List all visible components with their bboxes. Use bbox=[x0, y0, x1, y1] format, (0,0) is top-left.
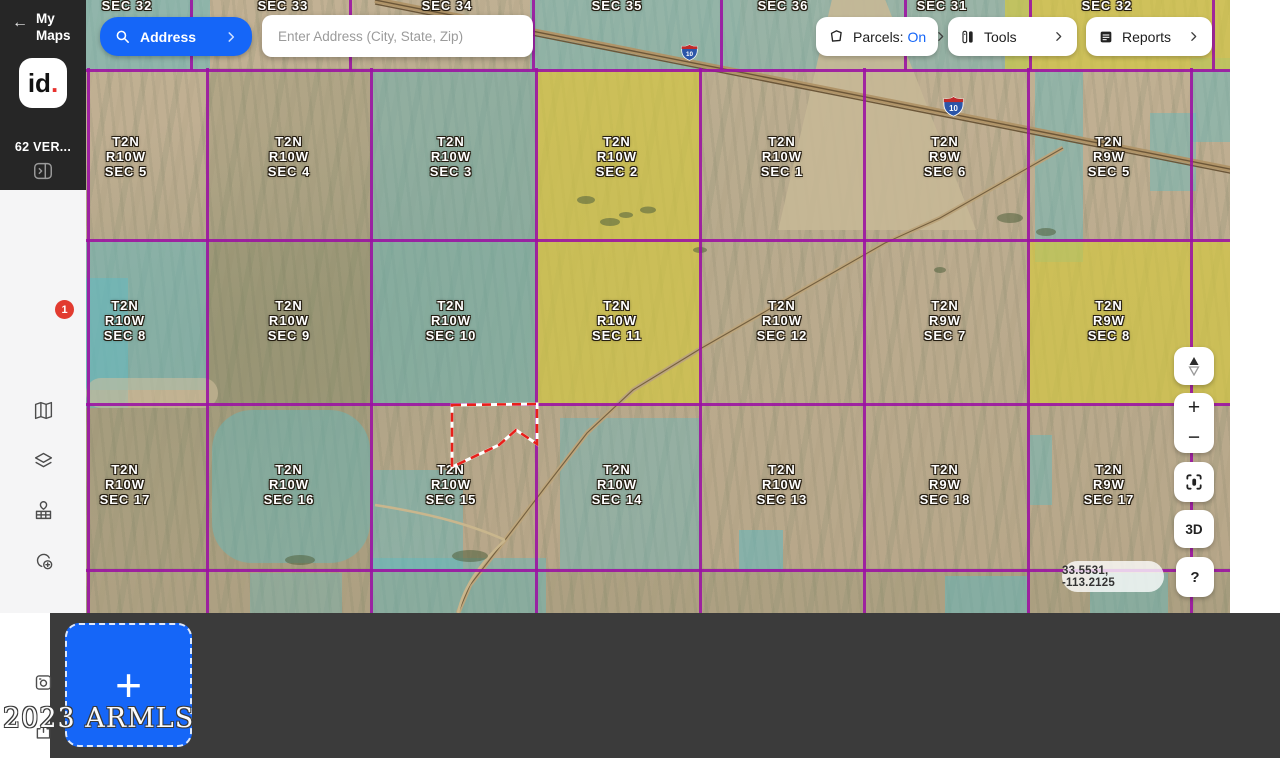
sidebar-tools: 1 bbox=[0, 190, 86, 613]
tools-button[interactable]: Tools bbox=[948, 17, 1077, 56]
mls-watermark: 2023 ARMLS bbox=[3, 703, 194, 734]
notification-badge: 1 bbox=[55, 300, 74, 319]
map-icon bbox=[33, 400, 54, 421]
subject-parcel-outline[interactable] bbox=[86, 0, 1230, 613]
app-logo[interactable]: id. bbox=[19, 58, 67, 108]
locate-extent-button[interactable] bbox=[1174, 462, 1214, 502]
tools-icon bbox=[960, 29, 976, 45]
cursor-coordinates: 33.5531, -113.2125 bbox=[1062, 561, 1164, 592]
chevron-right-icon bbox=[1052, 30, 1065, 43]
layers-icon bbox=[33, 450, 54, 471]
chevron-right-icon bbox=[224, 30, 238, 44]
back-to-my-maps[interactable]: My Maps bbox=[36, 10, 86, 44]
back-arrow-icon[interactable]: ← bbox=[12, 14, 28, 32]
3d-label: 3D bbox=[1185, 522, 1202, 537]
draw-add-icon bbox=[33, 550, 54, 571]
basemap-button[interactable] bbox=[33, 400, 54, 421]
app-window: SEC 32SEC 33SEC 34SEC 35SEC 36SEC 31SEC … bbox=[0, 0, 1280, 758]
photo-strip-bar bbox=[50, 613, 1280, 758]
collapse-panel-icon[interactable] bbox=[32, 160, 54, 182]
parcels-layer-button[interactable] bbox=[33, 500, 54, 521]
svg-text:10: 10 bbox=[949, 104, 958, 113]
address-button-label: Address bbox=[140, 29, 215, 45]
interstate-10-shield-small: 10 bbox=[681, 44, 698, 61]
search-icon bbox=[114, 28, 131, 45]
camera-icon bbox=[33, 672, 54, 693]
focus-brackets-icon bbox=[1184, 472, 1204, 492]
parcel-icon bbox=[828, 28, 845, 45]
reports-label: Reports bbox=[1122, 29, 1179, 45]
draw-shape-button[interactable] bbox=[33, 550, 54, 571]
zoom-in-button[interactable]: + bbox=[1188, 397, 1200, 419]
reports-button[interactable]: Reports bbox=[1086, 17, 1212, 56]
report-icon bbox=[1098, 29, 1114, 45]
current-map-name: 62 VER... bbox=[0, 140, 86, 154]
sidebar-header: ← My Maps id. 62 VER... bbox=[0, 0, 86, 190]
map-canvas[interactable]: SEC 32SEC 33SEC 34SEC 35SEC 36SEC 31SEC … bbox=[86, 0, 1230, 613]
parcels-state: On bbox=[907, 29, 926, 45]
3d-view-button[interactable]: 3D bbox=[1174, 510, 1214, 548]
help-button[interactable]: ? bbox=[1176, 557, 1214, 597]
layers-button[interactable] bbox=[33, 450, 54, 471]
compass-needle-icon bbox=[1187, 356, 1201, 376]
compass-button[interactable] bbox=[1174, 347, 1214, 385]
chevron-right-icon bbox=[934, 30, 947, 43]
interstate-10-shield-large: 10 bbox=[943, 96, 964, 117]
svg-text:10: 10 bbox=[686, 51, 694, 58]
screenshot-button[interactable] bbox=[33, 672, 54, 693]
zoom-out-button[interactable]: − bbox=[1188, 427, 1200, 449]
right-margin bbox=[1230, 0, 1280, 613]
parcels-toggle-button[interactable]: Parcels: On bbox=[816, 17, 938, 56]
tools-label: Tools bbox=[984, 29, 1044, 45]
help-label: ? bbox=[1190, 569, 1199, 586]
address-button[interactable]: Address bbox=[100, 17, 252, 56]
chevron-right-icon bbox=[1187, 30, 1200, 43]
parcels-label: Parcels: bbox=[853, 29, 904, 45]
address-search-input[interactable] bbox=[262, 15, 533, 57]
city-pin-icon bbox=[33, 500, 54, 521]
zoom-control: + − bbox=[1174, 393, 1214, 453]
